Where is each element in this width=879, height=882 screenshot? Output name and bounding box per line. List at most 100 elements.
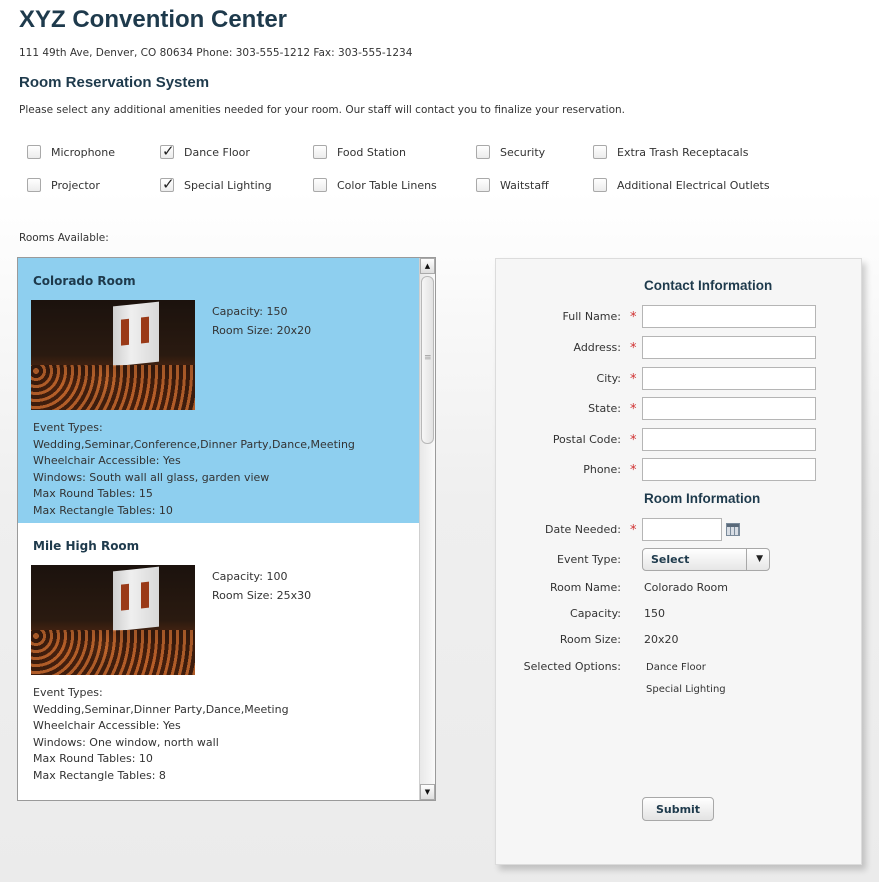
postal-code-label: Postal Code:	[552, 433, 621, 446]
room-capacity: Capacity: 150	[212, 305, 288, 318]
checkbox[interactable]	[313, 178, 327, 192]
event-types: Wedding,Seminar,Conference,Dinner Party,…	[33, 437, 355, 451]
checkbox-checked[interactable]	[160, 142, 175, 160]
address-label: Address:	[573, 341, 621, 354]
city-label: City:	[596, 372, 621, 385]
wheelchair-accessible: Wheelchair Accessible: Yes	[33, 454, 181, 467]
required-marker: *	[630, 341, 637, 356]
amenity-security[interactable]: Security	[476, 145, 545, 159]
required-marker: *	[630, 523, 637, 538]
amenity-microphone[interactable]: Microphone	[27, 145, 115, 159]
amenity-projector[interactable]: Projector	[27, 178, 100, 192]
event-type-label: Event Type:	[557, 553, 621, 566]
contact-information-title: Contact Information	[644, 278, 773, 293]
amenity-electrical-outlets[interactable]: Additional Electrical Outlets	[593, 178, 770, 192]
room-name: Mile High Room	[33, 539, 140, 553]
checkbox[interactable]	[313, 145, 327, 159]
room-capacity: Capacity: 100	[212, 570, 288, 583]
required-marker: *	[630, 433, 637, 448]
room-photo	[31, 300, 195, 410]
event-types-label: Event Types:	[33, 421, 103, 434]
room-information-title: Room Information	[644, 491, 761, 506]
amenity-label: Waitstaff	[500, 178, 549, 192]
section-subtitle: Room Reservation System	[19, 74, 210, 91]
checkbox[interactable]	[27, 145, 41, 159]
room-size: Room Size: 20x20	[212, 324, 312, 337]
checkbox[interactable]	[476, 178, 490, 192]
max-rectangle-tables: Max Rectangle Tables: 10	[33, 503, 173, 517]
amenity-label: Microphone	[51, 145, 116, 159]
capacity-value: 150	[644, 607, 665, 620]
required-marker: *	[630, 372, 637, 387]
amenity-color-table-linens[interactable]: Color Table Linens	[313, 178, 437, 192]
amenity-food-station[interactable]: Food Station	[313, 145, 406, 159]
amenity-label: Dance Floor	[184, 145, 250, 159]
amenity-waitstaff[interactable]: Waitstaff	[476, 178, 549, 192]
room-list-scrollbar[interactable]: ▲ ▼	[419, 258, 435, 800]
room-name-value: Colorado Room	[644, 581, 728, 594]
room-size-label: Room Size:	[559, 633, 621, 646]
address-line: 111 49th Ave, Denver, CO 80634 Phone: 30…	[19, 47, 413, 59]
reservation-form-panel: Contact Information Full Name: * Address…	[495, 258, 862, 865]
scroll-thumb[interactable]	[421, 276, 434, 444]
calendar-icon[interactable]	[726, 523, 740, 536]
amenity-label: Special Lighting	[184, 178, 272, 192]
phone-input[interactable]	[642, 458, 816, 481]
state-label: State:	[588, 402, 621, 415]
event-types: Wedding,Seminar,Dinner Party,Dance,Meeti…	[33, 702, 289, 716]
amenity-label: Security	[500, 145, 546, 159]
room-list[interactable]: Colorado Room Capacity: 150 Room Size: 2…	[17, 257, 436, 801]
amenity-dance-floor[interactable]: Dance Floor	[160, 142, 250, 160]
max-round-tables: Max Round Tables: 10	[33, 752, 153, 765]
amenity-label: Additional Electrical Outlets	[617, 178, 770, 192]
page-title: XYZ Convention Center	[19, 6, 288, 33]
checkbox[interactable]	[27, 178, 41, 192]
room-item-mile-high[interactable]: Mile High Room Capacity: 100 Room Size: …	[18, 523, 420, 788]
full-name-input[interactable]	[642, 305, 816, 328]
selected-options-label: Selected Options:	[523, 660, 621, 673]
max-rectangle-tables: Max Rectangle Tables: 8	[33, 768, 166, 782]
amenity-label: Food Station	[337, 145, 406, 159]
room-stats: Capacity: 100 Room Size: 25x30	[212, 567, 311, 605]
checkbox[interactable]	[476, 145, 490, 159]
event-type-value: Select	[651, 553, 690, 566]
checkbox-checked[interactable]	[160, 175, 175, 193]
instructions-text: Please select any additional amenities n…	[19, 104, 626, 116]
required-marker: *	[630, 310, 637, 325]
date-needed-input[interactable]	[642, 518, 722, 541]
selected-option: Special Lighting	[646, 684, 726, 695]
room-item-colorado[interactable]: Colorado Room Capacity: 150 Room Size: 2…	[18, 258, 420, 523]
max-round-tables: Max Round Tables: 15	[33, 487, 153, 500]
submit-button[interactable]: Submit	[642, 797, 714, 821]
amenity-label: Projector	[51, 178, 100, 192]
date-needed-label: Date Needed:	[545, 523, 621, 536]
selected-option: Dance Floor	[646, 662, 706, 673]
address-input[interactable]	[642, 336, 816, 359]
room-details: Event Types: Wedding,Seminar,Dinner Part…	[33, 685, 289, 784]
amenity-special-lighting[interactable]: Special Lighting	[160, 175, 272, 193]
room-name: Colorado Room	[33, 274, 136, 288]
state-input[interactable]	[642, 397, 816, 420]
postal-code-input[interactable]	[642, 428, 816, 451]
amenity-label: Color Table Linens	[337, 178, 437, 192]
checkbox[interactable]	[593, 145, 607, 159]
scroll-up-icon[interactable]: ▲	[420, 258, 435, 274]
amenity-extra-trash[interactable]: Extra Trash Receptacals	[593, 145, 748, 159]
rooms-available-label: Rooms Available:	[19, 232, 109, 244]
scroll-down-icon[interactable]: ▼	[420, 784, 435, 800]
windows-info: Windows: One window, north wall	[33, 735, 219, 749]
room-name-label: Room Name:	[550, 581, 621, 594]
dropdown-arrow-icon: ▼	[756, 554, 763, 564]
event-type-select[interactable]: Select ▼	[642, 548, 770, 571]
room-stats: Capacity: 150 Room Size: 20x20	[212, 302, 311, 340]
wheelchair-accessible: Wheelchair Accessible: Yes	[33, 719, 181, 732]
amenity-label: Extra Trash Receptacals	[617, 145, 749, 159]
checkbox[interactable]	[593, 178, 607, 192]
city-input[interactable]	[642, 367, 816, 390]
room-size-value: 20x20	[644, 633, 679, 646]
room-photo	[31, 565, 195, 675]
windows-info: Windows: South wall all glass, garden vi…	[33, 470, 270, 484]
room-details: Event Types: Wedding,Seminar,Conference,…	[33, 420, 355, 519]
full-name-label: Full Name:	[562, 310, 621, 323]
required-marker: *	[630, 402, 637, 417]
